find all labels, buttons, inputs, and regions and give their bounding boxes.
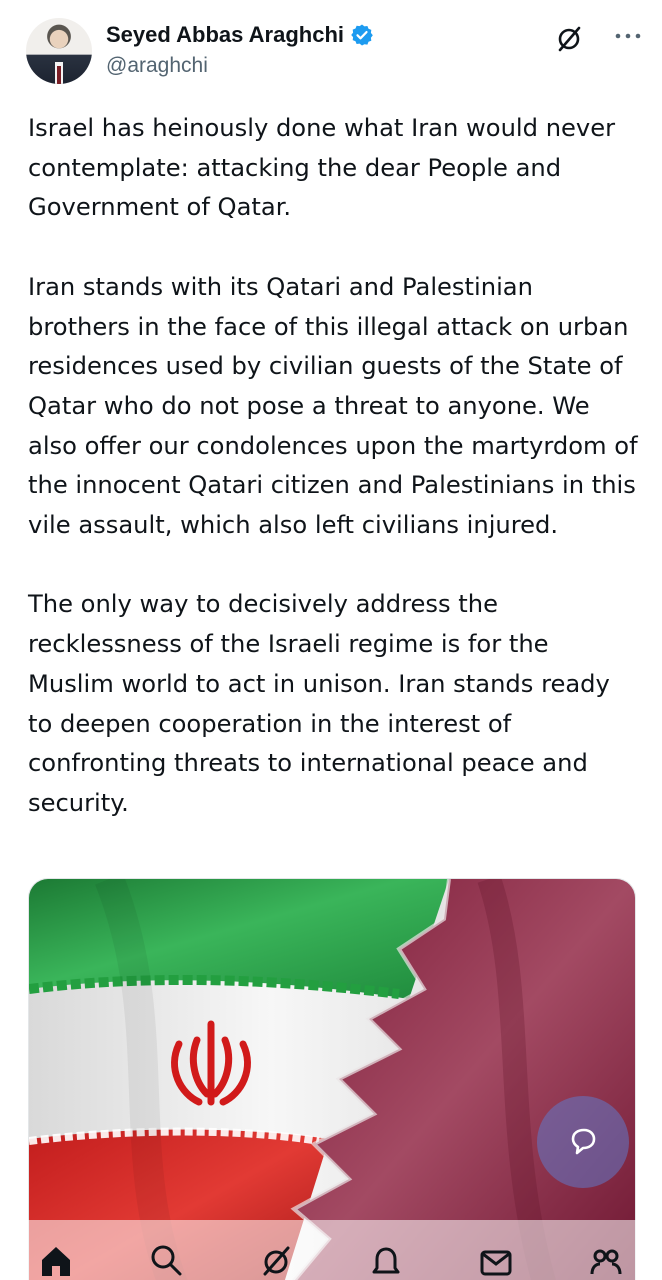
- grok-icon[interactable]: [258, 1242, 294, 1278]
- tweet-header: Seyed Abbas Araghchi @araghchi: [26, 16, 642, 86]
- tweet-text: Israel has heinously done what Iran woul…: [28, 109, 640, 824]
- bottom-navigation: [0, 1220, 662, 1280]
- author-name-row: Seyed Abbas Araghchi: [106, 22, 374, 48]
- grok-slash-icon[interactable]: [554, 24, 584, 54]
- tweet-paragraph-3: The only way to decisively address the r…: [28, 590, 610, 817]
- tweet-page: Seyed Abbas Araghchi @araghchi Israel ha…: [0, 0, 662, 1280]
- author-display-name[interactable]: Seyed Abbas Araghchi: [106, 22, 344, 48]
- tweet-paragraph-1: Israel has heinously done what Iran woul…: [28, 114, 616, 222]
- notifications-icon[interactable]: [368, 1242, 404, 1278]
- avatar[interactable]: [26, 18, 92, 84]
- tweet-paragraph-2: Iran stands with its Qatari and Palestin…: [28, 272, 638, 540]
- search-icon[interactable]: [148, 1242, 184, 1278]
- more-horizontal-icon[interactable]: [614, 30, 642, 42]
- communities-icon[interactable]: [588, 1242, 624, 1278]
- home-icon[interactable]: [38, 1242, 74, 1278]
- messages-icon[interactable]: [478, 1242, 514, 1278]
- floating-reply-button[interactable]: [537, 1096, 629, 1188]
- reply-bubble-icon: [571, 1128, 596, 1155]
- verified-badge-icon: [351, 24, 373, 46]
- author-handle[interactable]: @araghchi: [106, 54, 208, 78]
